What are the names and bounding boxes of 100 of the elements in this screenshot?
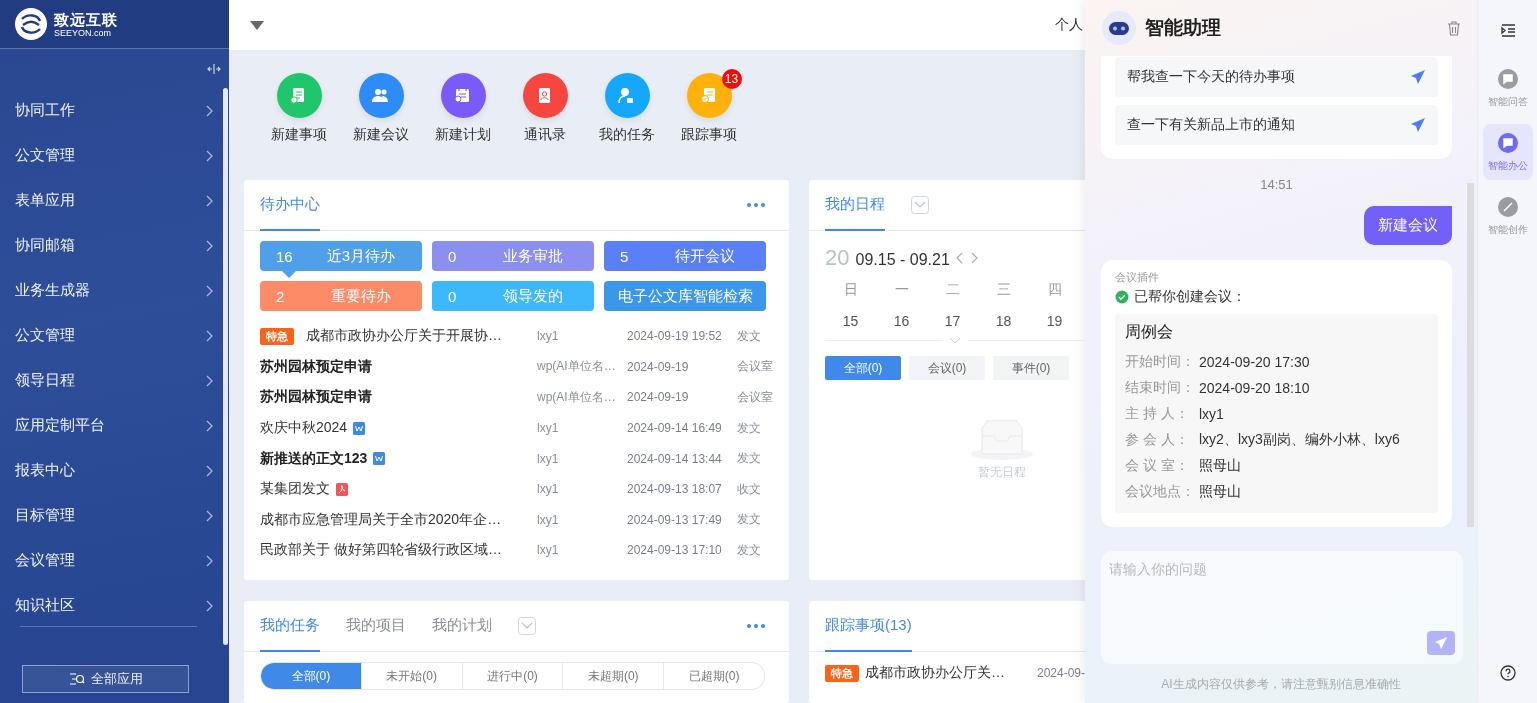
task-filter[interactable]: 未开始(0) [360,663,462,689]
calendar-day[interactable]: 18 [978,313,1029,329]
sender-text: lxy1 [537,451,560,466]
quick-action[interactable]: 新建事项 [258,73,340,180]
assistant-title: 智能助理 [1145,16,1221,40]
field-value: 照母山 [1199,483,1241,501]
task-filter[interactable]: 进行中(0) [461,663,563,689]
type-text: 发文 [737,327,762,345]
chevron-right-icon [206,329,213,342]
schedule-filter[interactable]: 会议(0) [909,356,985,380]
todo-title-link[interactable]: 某集团发文 [260,480,330,499]
sender-text: wp(AI单位名… [537,358,617,376]
todo-title-link[interactable]: 苏州园林预定申请 [260,357,372,376]
sidebar-item[interactable]: 目标管理 [0,493,229,538]
weekday-label: 二 [944,281,961,299]
quick-action[interactable]: 新建会议 [340,73,422,180]
sender-text: lxy1 [537,329,560,344]
more-icon[interactable] [747,624,765,628]
help-icon[interactable] [1500,665,1516,681]
sidebar-item[interactable]: 公文管理 [0,133,229,178]
send-button[interactable] [1427,631,1455,655]
prev-next-icon[interactable] [955,252,978,264]
chevron-right-icon [206,239,213,252]
calendar-day[interactable]: 15 [825,313,876,329]
week-range: 09.15 - 09.21 [855,251,950,269]
sender-text: lxy1 [537,543,560,558]
scrollbar[interactable] [223,88,228,645]
robot-avatar-icon [1101,10,1137,46]
field-label: 结束时间： [1125,379,1196,397]
calendar-day[interactable]: 19 [1029,313,1080,329]
sidebar-item[interactable]: 报表中心 [0,448,229,493]
plugin-label: 会议插件 [1115,270,1160,285]
weekday-label: 一 [893,281,910,299]
card-tab[interactable]: 跟踪事项(13) [825,601,912,652]
trash-icon[interactable] [1447,20,1461,36]
schedule-filter[interactable]: 事件(0) [993,356,1069,380]
todo-title-link[interactable]: 新推送的正文123 [260,449,368,468]
sender-text: wp(AI单位名… [537,389,617,406]
chevron-right-icon [206,374,213,387]
type-text: 会议室 [737,389,773,406]
date-text: 2024-09-19 19:52 [627,329,723,344]
todo-title-link[interactable]: 成都市应急管理局关于全市2020年企… [260,510,502,529]
field-label: 会议地点： [1125,483,1196,501]
card-tab[interactable]: 我的任务 [260,601,320,652]
todo-title-link[interactable]: 成都市政协办公厅关于开展协… [306,327,502,346]
urgent-tag: 特急 [260,327,294,345]
todo-title-link[interactable]: 民政部关于 做好第四轮省级行政区域… [260,541,502,560]
todo-title-link[interactable]: 苏州园林预定申请 [260,388,372,407]
calendar-day[interactable]: 17 [927,313,978,329]
dropdown-icon[interactable] [518,617,536,635]
caret-down-icon[interactable] [250,20,264,30]
send-icon[interactable] [1410,69,1426,85]
send-icon[interactable] [1410,117,1426,133]
todo-filter-tile[interactable]: 5 待开会议 [604,241,766,271]
sidebar-item[interactable]: 表单应用 [0,178,229,223]
all-apps-button[interactable]: 全部应用 [22,665,189,693]
sidebar-item[interactable]: 协同工作 [0,88,229,133]
sidebar-item[interactable]: 协同邮箱 [0,223,229,268]
quick-action[interactable]: 我的任务 [586,73,668,180]
field-value: 照母山 [1199,457,1241,475]
logo-domain: SEEYON.com [54,27,111,38]
dropdown-icon[interactable] [911,196,929,214]
quick-action[interactable]: 通讯录 [504,73,586,180]
chevron-right-icon [206,599,213,612]
tracking-title-link[interactable]: 成都市政协办公厅关… [865,664,1005,682]
resize-handle-icon[interactable] [207,63,221,74]
task-filter[interactable]: 未超期(0) [562,663,664,689]
quick-action[interactable]: 新建计划 [422,73,504,180]
message-time: 14:51 [1259,177,1294,192]
top-tab[interactable]: 个人 [1055,16,1083,34]
user-message-bubble: 新建会议 [1364,206,1452,245]
scrollbar[interactable] [1467,183,1474,527]
sidebar-item[interactable]: 应用定制平台 [0,403,229,448]
card-tab[interactable]: 待办中心 [260,180,320,231]
chevron-right-icon [206,464,213,477]
question-input[interactable]: 请输入你的问题 [1101,551,1463,664]
more-icon[interactable] [747,203,765,207]
collapse-icon[interactable] [1500,23,1516,37]
sidebar-item[interactable]: 会议管理 [0,538,229,583]
todo-title-link[interactable]: 欢庆中秋2024 [260,419,348,438]
chevron-right-icon [206,104,213,117]
sidebar-item[interactable]: 知识社区 [0,583,229,626]
type-text: 发文 [737,541,762,559]
logo-icon [14,7,48,41]
count-badge: 13 [721,69,742,89]
suggestion-item[interactable]: 查一下有关新品上市的通知 [1115,105,1438,145]
suggestion-item[interactable]: 帮我查一下今天的待办事项 [1115,57,1438,97]
task-filter[interactable]: 已超期(0) [663,663,764,689]
sender-text: lxy1 [537,421,560,436]
sidebar-item[interactable]: 业务生成器 [0,268,229,313]
type-text: 发文 [737,511,762,529]
type-text: 发文 [737,419,762,437]
card-tab[interactable]: 我的日程 [825,180,885,231]
field-label: 会 议 室： [1125,457,1190,475]
sidebar-item[interactable]: 领导日程 [0,358,229,403]
sidebar-item[interactable]: 公文管理 [0,313,229,358]
urgent-tag: 特急 [825,664,859,682]
calendar-day[interactable]: 16 [876,313,927,329]
pen-icon [1497,195,1519,218]
year-text: 20 [825,245,850,271]
